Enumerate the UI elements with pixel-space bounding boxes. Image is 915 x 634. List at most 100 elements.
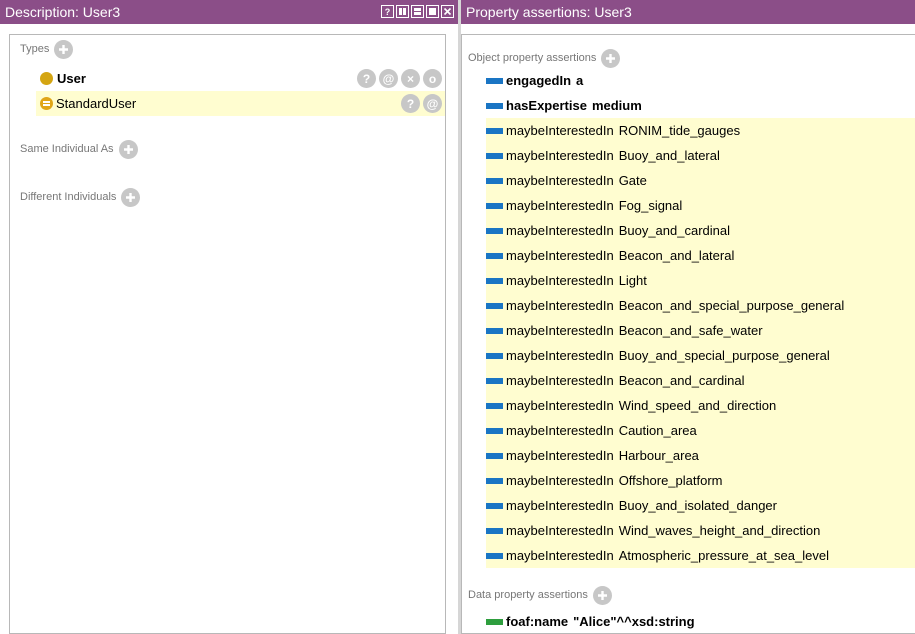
data-property-icon xyxy=(486,618,503,625)
property-value: Beacon_and_special_purpose_general xyxy=(618,298,845,313)
object-assertion-row[interactable]: maybeInterestedIn Gate xyxy=(486,168,915,193)
object-property-icon xyxy=(486,452,503,459)
object-property-icon xyxy=(486,127,503,134)
object-assertion-row[interactable]: maybeInterestedIn Buoy_and_special_purpos… xyxy=(486,343,915,368)
property-name: maybeInterestedIn xyxy=(506,248,614,263)
types-section-header: Types xyxy=(20,39,74,59)
object-assertion-row[interactable]: maybeInterestedIn Beacon_and_special_purp… xyxy=(486,293,915,318)
delete-button[interactable]: × xyxy=(401,69,420,88)
property-name: maybeInterestedIn xyxy=(506,298,614,313)
property-value: Wind_speed_and_direction xyxy=(618,398,777,413)
object-assertion-row[interactable]: maybeInterestedIn RONIM_tide_gauges xyxy=(486,118,915,143)
object-property-label: Object property assertions xyxy=(468,52,597,64)
object-assertion-row[interactable]: maybeInterestedIn Buoy_and_isolated_dange… xyxy=(486,493,915,518)
add-type-button[interactable] xyxy=(54,39,74,59)
row-actions: ? @ × o xyxy=(357,69,442,88)
object-assertion-row[interactable]: maybeInterestedIn Harbour_area xyxy=(486,443,915,468)
object-property-icon xyxy=(486,502,503,509)
property-name: maybeInterestedIn xyxy=(506,273,614,288)
object-property-icon xyxy=(486,227,503,234)
maximize-icon[interactable] xyxy=(426,5,439,18)
object-assertion-row[interactable]: maybeInterestedIn Wind_speed_and_directio… xyxy=(486,393,915,418)
object-assertion-row[interactable]: maybeInterestedIn Offshore_platform xyxy=(486,468,915,493)
object-assertion-row[interactable]: engagedIn a xyxy=(486,68,915,93)
property-value: Atmospheric_pressure_at_sea_level xyxy=(618,548,829,563)
property-name: maybeInterestedIn xyxy=(506,523,614,538)
object-assertion-row[interactable]: maybeInterestedIn Buoy_and_lateral xyxy=(486,143,915,168)
property-name: engagedIn xyxy=(506,73,572,88)
explain-button[interactable]: ? xyxy=(357,69,376,88)
object-property-icon xyxy=(486,77,503,84)
object-property-icon xyxy=(486,552,503,559)
object-assertion-row[interactable]: maybeInterestedIn Beacon_and_safe_water xyxy=(486,318,915,343)
object-assertion-row[interactable]: maybeInterestedIn Buoy_and_cardinal xyxy=(486,218,915,243)
property-name: maybeInterestedIn xyxy=(506,123,614,138)
object-assertion-row[interactable]: maybeInterestedIn Beacon_and_lateral xyxy=(486,243,915,268)
property-name: maybeInterestedIn xyxy=(506,473,614,488)
type-row-user[interactable]: User ? @ × o xyxy=(40,66,445,91)
help-icon[interactable]: ? xyxy=(381,5,394,18)
property-assertions-panel: Property assertions: User3 Object proper… xyxy=(461,0,915,634)
data-assertion-row[interactable]: foaf:name "Alice"^^xsd:string xyxy=(486,609,915,634)
object-property-icon xyxy=(486,327,503,334)
explain-button[interactable]: ? xyxy=(401,94,420,113)
same-individual-section-header: Same Individual As xyxy=(20,139,138,159)
object-assertion-row[interactable]: maybeInterestedIn Beacon_and_cardinal xyxy=(486,368,915,393)
split-vertical-icon[interactable] xyxy=(396,5,409,18)
edit-button[interactable]: o xyxy=(423,69,442,88)
property-name: maybeInterestedIn xyxy=(506,198,614,213)
svg-text:?: ? xyxy=(385,7,391,16)
property-assertions-header: Property assertions: User3 xyxy=(461,0,915,24)
property-assertions-title: Property assertions: User3 xyxy=(466,4,632,20)
description-header: Description: User3 ? xyxy=(0,0,458,24)
property-value: Beacon_and_cardinal xyxy=(618,373,745,388)
object-assertion-row[interactable]: maybeInterestedIn Atmospheric_pressure_at… xyxy=(486,543,915,568)
property-value: Buoy_and_special_purpose_general xyxy=(618,348,830,363)
plus-icon xyxy=(606,53,616,63)
plus-icon xyxy=(597,590,607,600)
type-row-standarduser[interactable]: StandardUser ? @ xyxy=(36,91,445,116)
add-same-individual-button[interactable] xyxy=(118,139,138,159)
object-assertion-row[interactable]: maybeInterestedIn Fog_signal xyxy=(486,193,915,218)
object-assertion-row[interactable]: maybeInterestedIn Light xyxy=(486,268,915,293)
property-value: Offshore_platform xyxy=(618,473,723,488)
property-value: Harbour_area xyxy=(618,448,699,463)
property-name: foaf:name xyxy=(506,614,569,629)
object-property-icon xyxy=(486,527,503,534)
types-label: Types xyxy=(20,43,50,55)
property-name: maybeInterestedIn xyxy=(506,423,614,438)
description-panel: Description: User3 ? Types User ? @ × o … xyxy=(0,0,458,634)
property-value: Light xyxy=(618,273,647,288)
property-name: maybeInterestedIn xyxy=(506,223,614,238)
property-value: Wind_waves_height_and_direction xyxy=(618,523,821,538)
split-horizontal-icon[interactable] xyxy=(411,5,424,18)
object-assertion-row[interactable]: maybeInterestedIn Wind_waves_height_and_d… xyxy=(486,518,915,543)
object-property-icon xyxy=(486,177,503,184)
object-property-icon xyxy=(486,402,503,409)
property-name: maybeInterestedIn xyxy=(506,323,614,338)
object-property-icon xyxy=(486,377,503,384)
property-value: Buoy_and_cardinal xyxy=(618,223,730,238)
add-different-individual-button[interactable] xyxy=(121,187,141,207)
property-name: maybeInterestedIn xyxy=(506,148,614,163)
type-label: User xyxy=(57,71,86,86)
equivalent-class-icon xyxy=(40,97,53,110)
plus-icon xyxy=(59,44,69,54)
different-individuals-label: Different Individuals xyxy=(20,191,117,203)
object-property-section-header: Object property assertions xyxy=(468,48,621,68)
object-assertion-row[interactable]: hasExpertise medium xyxy=(486,93,915,118)
annotate-button[interactable]: @ xyxy=(379,69,398,88)
property-name: hasExpertise xyxy=(506,98,587,113)
data-property-section-header: Data property assertions xyxy=(468,585,612,605)
add-data-property-button[interactable] xyxy=(592,585,612,605)
object-assertion-row[interactable]: maybeInterestedIn Caution_area xyxy=(486,418,915,443)
add-object-property-button[interactable] xyxy=(601,48,621,68)
property-name: maybeInterestedIn xyxy=(506,398,614,413)
object-property-icon xyxy=(486,152,503,159)
property-value: Beacon_and_lateral xyxy=(618,248,735,263)
property-value: Buoy_and_isolated_danger xyxy=(618,498,777,513)
object-property-icon xyxy=(486,477,503,484)
annotate-button[interactable]: @ xyxy=(423,94,442,113)
close-icon[interactable] xyxy=(441,5,454,18)
property-value: Caution_area xyxy=(618,423,697,438)
